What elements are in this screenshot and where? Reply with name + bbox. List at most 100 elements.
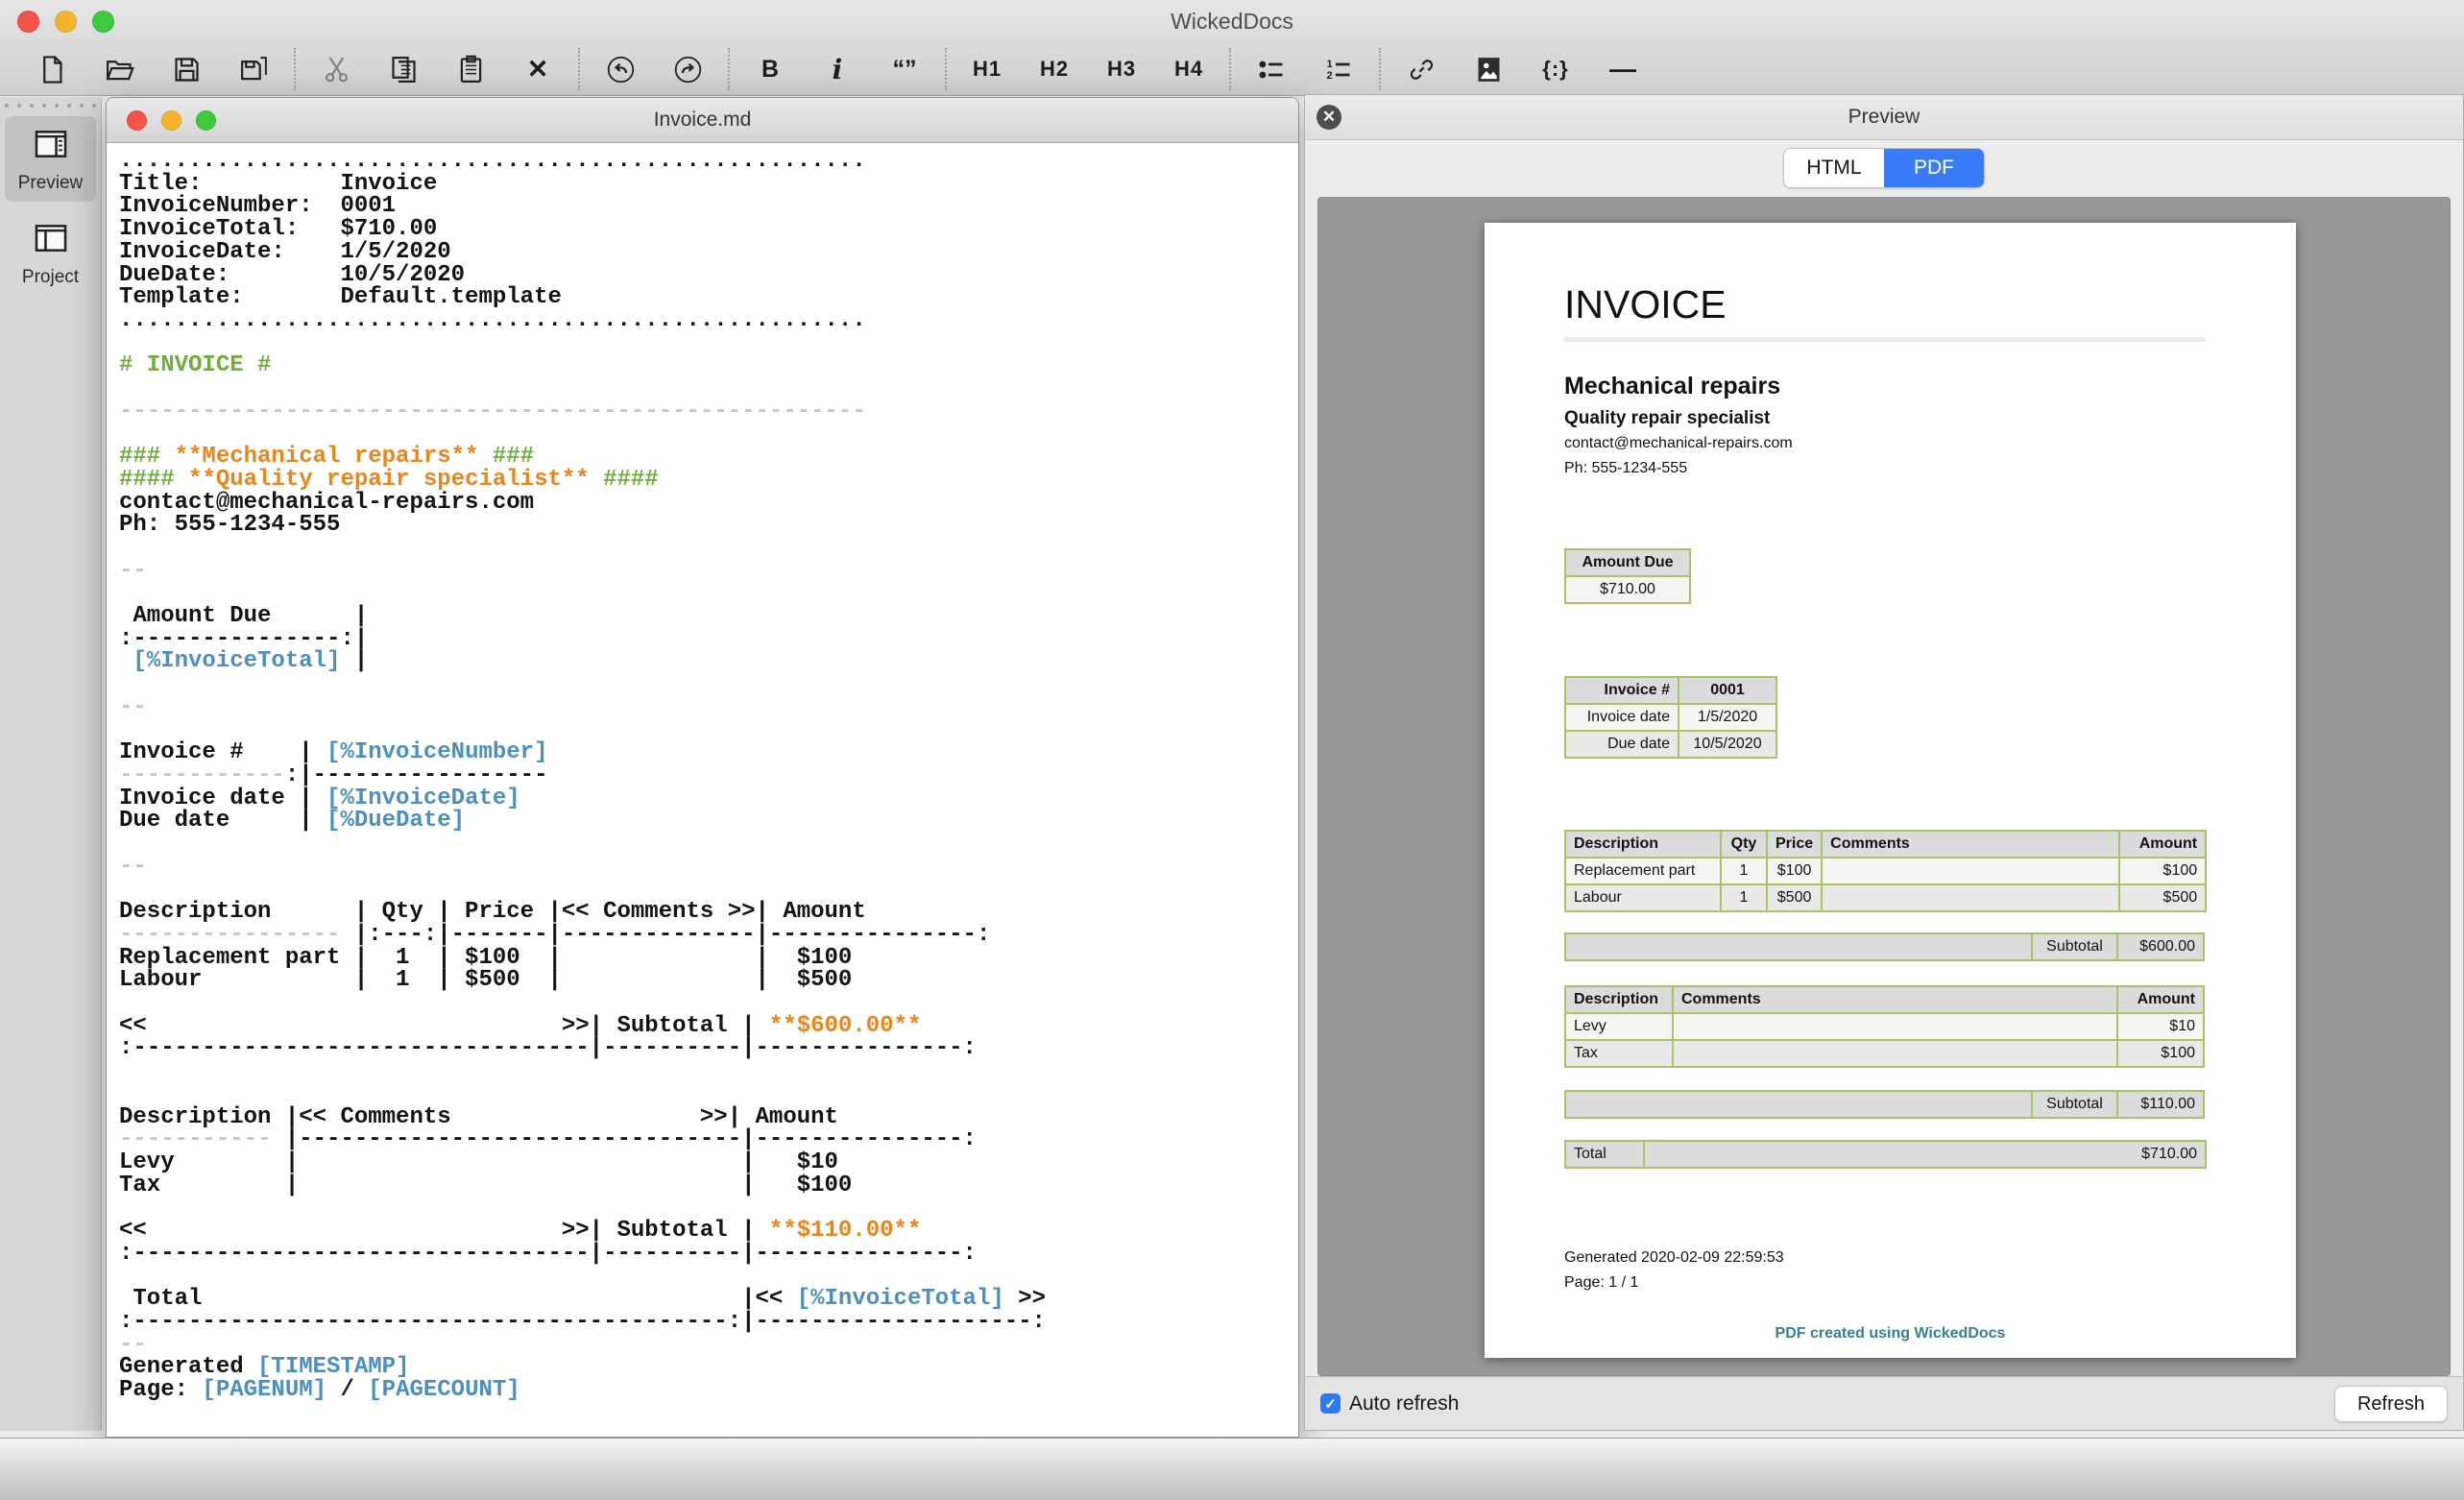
sidebar-item-preview[interactable]: Preview <box>5 116 96 202</box>
app-window: WickedDocs ✕Bi“”H1H2H3H412{:}— PreviewPr… <box>0 0 2464 1500</box>
items-header: Qty <box>1721 831 1767 858</box>
italic-icon[interactable]: i <box>814 47 860 91</box>
preview-tabs-row: HTML PDF <box>1305 140 2463 196</box>
editor-line: [%InvoiceTotal] | <box>119 650 1046 673</box>
pdf-total-row: Total$710.00 <box>1564 1140 2207 1169</box>
save-icon[interactable] <box>163 47 209 91</box>
undo-icon[interactable] <box>597 47 643 91</box>
pdf-company-tagline: Quality repair specialist <box>1564 408 1770 429</box>
bold-icon[interactable]: B <box>747 47 793 91</box>
editor-line: Replacement part | 1 | $100 | | $100 <box>119 947 1046 970</box>
extras-header: Description <box>1565 986 1673 1013</box>
auto-refresh-checkbox[interactable]: ✓ <box>1320 1393 1341 1414</box>
editor-line: Invoice date | [%InvoiceDate] <box>119 787 1046 810</box>
save-as-icon[interactable] <box>230 47 277 91</box>
editor-line: ........................................… <box>119 150 1046 173</box>
editor-line: InvoiceTotal: $710.00 <box>119 218 1046 241</box>
sidebar-item-project[interactable]: Project <box>5 210 96 296</box>
copy-icon[interactable] <box>380 47 426 91</box>
items-cell: $500 <box>1767 884 1822 911</box>
editor-line <box>119 537 1046 560</box>
extras-cell: Levy <box>1565 1013 1673 1040</box>
editor-line: -- <box>119 560 1046 583</box>
editor-line: :---------------:| <box>119 628 1046 651</box>
h1-icon[interactable]: H1 <box>964 47 1010 91</box>
editor-line <box>119 1060 1046 1083</box>
tab-html[interactable]: HTML <box>1784 149 1884 187</box>
invoice-info-value: 10/5/2020 <box>1679 731 1776 758</box>
invoice-number-value: 0001 <box>1679 677 1776 704</box>
items-header: Comments <box>1822 831 2119 858</box>
items-header: Amount <box>2119 831 2206 858</box>
link-icon[interactable] <box>1398 47 1444 91</box>
pdf-viewer-area[interactable]: INVOICE Mechanical repairs Quality repai… <box>1317 197 2451 1376</box>
editor-line <box>119 377 1046 400</box>
tab-pdf[interactable]: PDF <box>1884 149 1984 187</box>
sidebar-drag-handle[interactable] <box>0 97 101 108</box>
editor-line: Template: Default.template <box>119 286 1046 309</box>
editor-line: :---------------------------------|-----… <box>119 1243 1046 1266</box>
editor-line: Page: [PAGENUM] / [PAGECOUNT] <box>119 1379 1046 1402</box>
editor-line: Amount Due | <box>119 605 1046 628</box>
items-cell: 1 <box>1721 858 1767 884</box>
editor-line: Ph: 555-1234-555 <box>119 514 1046 537</box>
subtotal-value: $600.00 <box>2117 933 2204 960</box>
pdf-invoice-title: INVOICE <box>1564 282 1727 327</box>
h3-icon[interactable]: H3 <box>1099 47 1145 91</box>
delete-icon[interactable]: ✕ <box>515 47 561 91</box>
extras-header: Comments <box>1673 986 2117 1013</box>
pdf-created-link[interactable]: PDF created using WickedDocs <box>1485 1325 2296 1343</box>
pdf-amount-due-table: Amount Due$710.00 <box>1564 548 1691 604</box>
pdf-generated-timestamp: Generated 2020-02-09 22:59:53 <box>1564 1249 1784 1267</box>
new-document-icon[interactable] <box>29 47 75 91</box>
items-header: Price <box>1767 831 1822 858</box>
numbered-list-icon[interactable]: 12 <box>1316 47 1362 91</box>
sidebar: PreviewProject <box>0 97 102 1431</box>
editor-line <box>119 1265 1046 1288</box>
open-icon[interactable] <box>96 47 142 91</box>
editor-line: -- <box>119 1334 1046 1357</box>
paste-icon[interactable] <box>447 47 494 91</box>
window-chrome: WickedDocs ✕Bi“”H1H2H3H412{:}— <box>0 0 2464 96</box>
pdf-phone: Ph: 555-1234-555 <box>1564 460 1687 477</box>
items-cell: 1 <box>1721 884 1767 911</box>
bullet-list-icon[interactable] <box>1248 47 1294 91</box>
editor-line <box>119 992 1046 1015</box>
editor-line: Invoice # | [%InvoiceNumber] <box>119 741 1046 764</box>
cut-icon[interactable] <box>313 47 359 91</box>
editor-line: ------------:|----------------- <box>119 764 1046 787</box>
editor-content[interactable]: ........................................… <box>119 150 1046 1402</box>
toolbar-separator <box>294 48 296 90</box>
editor-line: ### **Mechanical repairs** ### <box>119 446 1046 469</box>
editor-line: Labour | 1 | $500 | | $500 <box>119 969 1046 992</box>
toolbar-separator <box>728 48 730 90</box>
editor-line: << >>| Subtotal | **$110.00** <box>119 1220 1046 1243</box>
editor-line <box>119 833 1046 856</box>
preview-titlebar: ✕ Preview <box>1305 95 2463 140</box>
items-cell <box>1822 884 2119 911</box>
editor-line: Total |<< [%InvoiceTotal] >> <box>119 1288 1046 1311</box>
invoice-info-label: Invoice date <box>1565 704 1679 731</box>
editor-line <box>119 582 1046 605</box>
h4-icon[interactable]: H4 <box>1166 47 1212 91</box>
image-icon[interactable] <box>1465 47 1511 91</box>
toolbar: ✕ Bi “” H1 H2 H3 H4 12 {:} — <box>29 44 1667 94</box>
editor-line: Levy | | $10 <box>119 1151 1046 1174</box>
editor-line: Generated [TIMESTAMP] <box>119 1356 1046 1379</box>
code-icon[interactable]: {:} <box>1533 47 1579 91</box>
editor-line: Tax | | $100 <box>119 1174 1046 1198</box>
editor-line: ----------- |---------------------------… <box>119 1128 1046 1151</box>
pdf-company-name: Mechanical repairs <box>1564 373 1780 400</box>
editor-titlebar[interactable]: Invoice.md <box>107 98 1298 143</box>
h2-icon[interactable]: H2 <box>1031 47 1077 91</box>
editor-line <box>119 673 1046 696</box>
extras-cell: $100 <box>2117 1040 2204 1067</box>
refresh-button[interactable]: Refresh <box>2334 1386 2448 1422</box>
editor-line: :---------------------------------------… <box>119 1311 1046 1334</box>
horizontal-rule-icon[interactable]: — <box>1600 47 1646 91</box>
quote-icon[interactable]: “” <box>882 47 928 91</box>
editor-line: << >>| Subtotal | **$600.00** <box>119 1015 1046 1038</box>
redo-icon[interactable] <box>664 47 711 91</box>
editor-line <box>119 332 1046 355</box>
editor-line <box>119 1197 1046 1220</box>
